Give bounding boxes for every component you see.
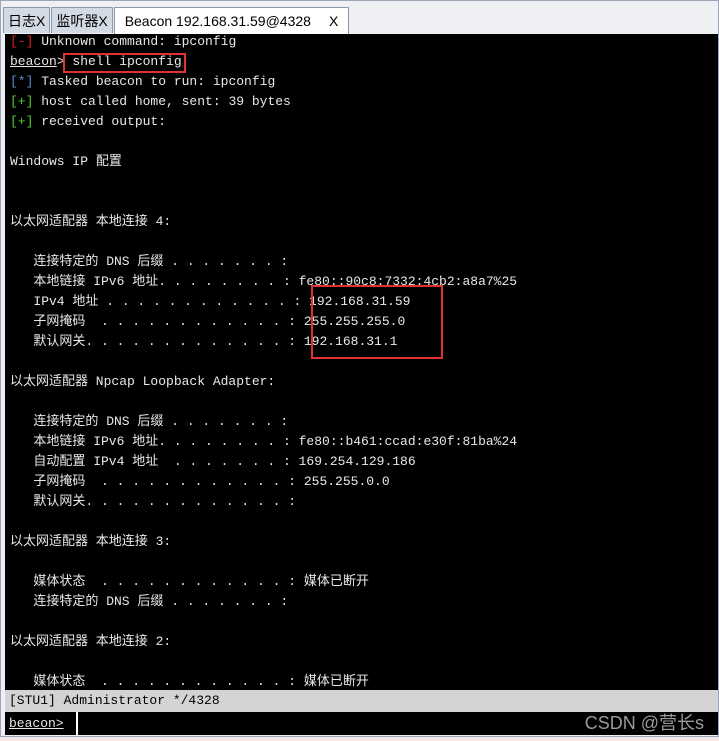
- command-input[interactable]: beacon> CSDN @营长s: [5, 712, 718, 735]
- line-text: 连接特定的 DNS 后缀 . . . . . . . :: [10, 254, 289, 269]
- line-prompt: beacon: [10, 54, 57, 69]
- line-text: Tasked beacon to run: ipconfig: [33, 74, 276, 89]
- status-bar: [STU1] Administrator */4328: [5, 690, 718, 712]
- line-text: received output:: [33, 114, 167, 129]
- input-prompt: beacon>: [9, 716, 64, 731]
- line-text: 默认网关. . . . . . . . . . . . . :: [10, 494, 297, 509]
- watermark: CSDN @营长s: [584, 713, 704, 733]
- line-text: 自动配置 IPv4 地址 . . . . . . . : 169.254.129…: [10, 454, 416, 469]
- beacon-window: 日志X 监听器X Beacon 192.168.31.59@4328 X [-] …: [0, 0, 719, 737]
- line-text: Windows IP 配置: [10, 154, 122, 169]
- tab-listeners[interactable]: 监听器X: [51, 7, 113, 33]
- close-icon[interactable]: X: [329, 13, 338, 29]
- terminal-line: [+] received output:: [10, 112, 517, 132]
- terminal-line: 媒体状态 . . . . . . . . . . . . : 媒体已断开: [10, 572, 517, 592]
- tab-bar: 日志X 监听器X Beacon 192.168.31.59@4328 X: [3, 7, 350, 35]
- terminal-line: [-] Unknown command: ipconfig: [10, 34, 517, 52]
- line-text: 连接特定的 DNS 后缀 . . . . . . . :: [10, 414, 289, 429]
- tab-beacon-label: Beacon 192.168.31.59@4328: [124, 13, 311, 29]
- line-prefix: [+]: [10, 114, 34, 129]
- line-text: 以太网适配器 本地连接 3:: [10, 534, 172, 549]
- terminal-line: 连接特定的 DNS 后缀 . . . . . . . :: [10, 252, 517, 272]
- line-text: 媒体状态 . . . . . . . . . . . . : 媒体已断开: [10, 574, 369, 589]
- terminal-line: [+] host called home, sent: 39 bytes: [10, 92, 517, 112]
- highlight-box-command: [63, 53, 186, 73]
- line-text: 连接特定的 DNS 后缀 . . . . . . . :: [10, 594, 289, 609]
- line-text: 以太网适配器 本地连接 2:: [10, 634, 172, 649]
- terminal-lines: [-] Unknown command: ipconfig beacon> she…: [10, 34, 517, 690]
- terminal-line: 以太网适配器 本地连接 3:: [10, 532, 517, 552]
- line-prefix: [-]: [10, 34, 34, 49]
- tab-beacon[interactable]: Beacon 192.168.31.59@4328 X: [113, 7, 350, 35]
- terminal-line: 以太网适配器 Npcap Loopback Adapter:: [10, 372, 517, 392]
- terminal-line: 以太网适配器 本地连接 2:: [10, 632, 517, 652]
- terminal-line: 以太网适配器 本地连接 4:: [10, 212, 517, 232]
- highlight-box-ipv4: [311, 285, 443, 359]
- tab-log[interactable]: 日志X: [3, 7, 51, 33]
- line-text: host called home, sent: 39 bytes: [33, 94, 291, 109]
- terminal-output[interactable]: [-] Unknown command: ipconfig beacon> she…: [5, 34, 718, 690]
- line-text: 以太网适配器 Npcap Loopback Adapter:: [10, 374, 276, 389]
- terminal-line: [*] Tasked beacon to run: ipconfig: [10, 72, 517, 92]
- terminal-line: 自动配置 IPv4 地址 . . . . . . . : 169.254.129…: [10, 452, 517, 472]
- terminal-line: 连接特定的 DNS 后缀 . . . . . . . :: [10, 412, 517, 432]
- terminal-line: 本地链接 IPv6 地址. . . . . . . . : fe80::b461…: [10, 432, 517, 452]
- line-text: Unknown command: ipconfig: [33, 34, 237, 49]
- line-prefix: [*]: [10, 74, 34, 89]
- terminal-line: 媒体状态 . . . . . . . . . . . . : 媒体已断开: [10, 672, 517, 690]
- terminal-line: 子网掩码 . . . . . . . . . . . . : 255.255.0…: [10, 472, 517, 492]
- terminal-line: Windows IP 配置: [10, 152, 517, 172]
- line-text: 媒体状态 . . . . . . . . . . . . : 媒体已断开: [10, 674, 369, 689]
- terminal-line: 连接特定的 DNS 后缀 . . . . . . . :: [10, 592, 517, 612]
- line-text: 本地链接 IPv6 地址. . . . . . . . : fe80::b461…: [10, 434, 518, 449]
- line-text: 以太网适配器 本地连接 4:: [10, 214, 172, 229]
- line-text: 子网掩码 . . . . . . . . . . . . : 255.255.0…: [10, 474, 390, 489]
- divider: [76, 712, 78, 735]
- terminal-line: 默认网关. . . . . . . . . . . . . :: [10, 492, 517, 512]
- line-prefix: [+]: [10, 94, 34, 109]
